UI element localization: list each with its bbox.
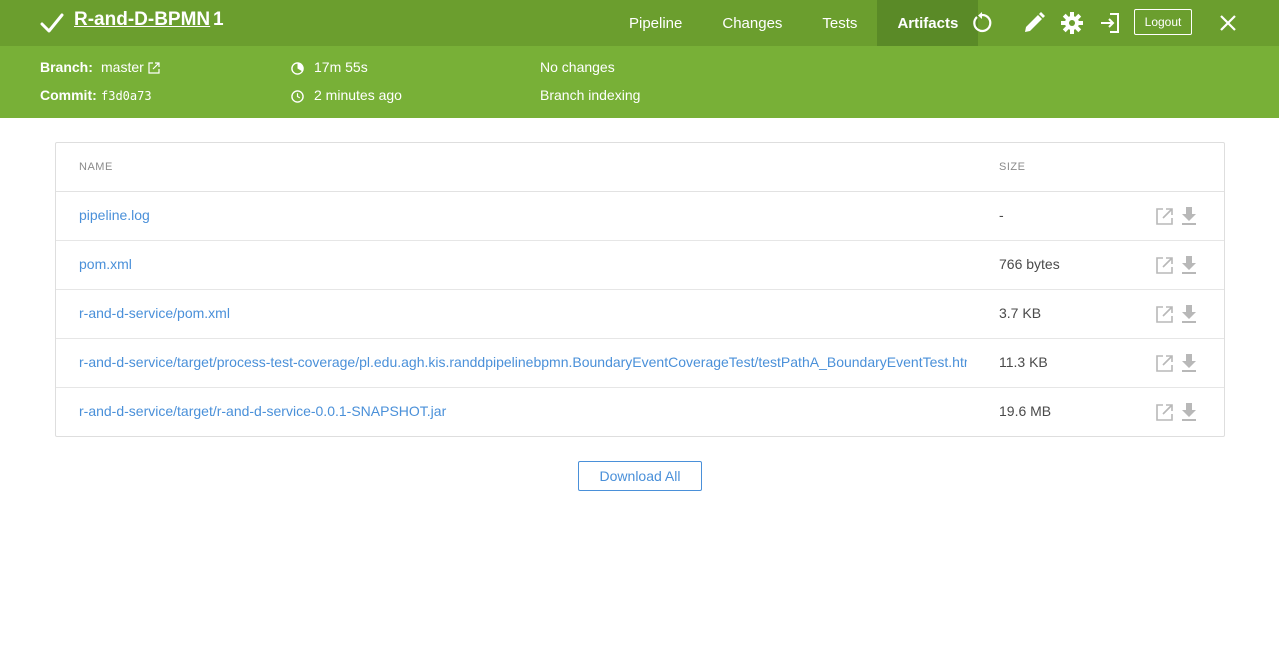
open-in-new-icon[interactable] xyxy=(1155,354,1174,373)
changes-summary: No changes xyxy=(540,59,615,75)
run-cause: Branch indexing xyxy=(540,87,641,103)
table-row: pom.xml 766 bytes xyxy=(56,241,1224,290)
download-icon[interactable] xyxy=(1181,403,1197,421)
duration-icon xyxy=(291,62,304,75)
artifact-name-link[interactable]: r-and-d-service/pom.xml xyxy=(79,305,967,321)
artifact-size: - xyxy=(999,207,1004,223)
top-bar: R-and-D-BPMN 1 Pipeline Changes Tests Ar… xyxy=(0,0,1279,46)
branch-value: master xyxy=(101,59,144,75)
open-in-new-icon[interactable] xyxy=(1155,207,1174,226)
column-header-name: NAME xyxy=(79,161,113,173)
tab-artifacts[interactable]: Artifacts xyxy=(877,0,979,46)
table-header: NAME SIZE xyxy=(56,143,1224,192)
open-in-new-icon[interactable] xyxy=(1155,256,1174,275)
table-row: r-and-d-service/target/process-test-cove… xyxy=(56,339,1224,388)
gear-icon[interactable] xyxy=(1060,11,1084,35)
close-icon[interactable] xyxy=(1216,11,1240,35)
open-in-new-icon[interactable] xyxy=(1155,305,1174,324)
artifact-name-link[interactable]: r-and-d-service/target/r-and-d-service-0… xyxy=(79,403,967,419)
table-row: pipeline.log - xyxy=(56,192,1224,241)
branch-label: Branch: xyxy=(40,59,93,75)
tab-tests[interactable]: Tests xyxy=(802,0,877,46)
download-icon[interactable] xyxy=(1181,207,1197,225)
pipeline-title-link[interactable]: R-and-D-BPMN xyxy=(74,9,210,31)
table-row: r-and-d-service/target/r-and-d-service-0… xyxy=(56,388,1224,437)
external-link-icon xyxy=(148,62,160,74)
open-in-new-icon[interactable] xyxy=(1155,403,1174,422)
table-body: pipeline.log - pom.xml 766 bytes r-and-d… xyxy=(56,192,1224,437)
commit-value: f3d0a73 xyxy=(101,89,152,103)
download-icon[interactable] xyxy=(1181,305,1197,323)
artifact-name-link[interactable]: pom.xml xyxy=(79,256,967,272)
table-row: r-and-d-service/pom.xml 3.7 KB xyxy=(56,290,1224,339)
tab-pipeline[interactable]: Pipeline xyxy=(609,0,702,46)
download-icon[interactable] xyxy=(1181,354,1197,372)
artifact-size: 11.3 KB xyxy=(999,354,1048,370)
commit-label: Commit: xyxy=(40,87,97,103)
clock-icon xyxy=(291,90,304,103)
exit-icon[interactable] xyxy=(1098,11,1122,35)
artifact-name-link[interactable]: pipeline.log xyxy=(79,207,967,223)
edit-icon[interactable] xyxy=(1022,11,1046,35)
artifact-size: 3.7 KB xyxy=(999,305,1042,321)
artifacts-table: NAME SIZE pipeline.log - pom.xml 766 byt… xyxy=(55,142,1225,437)
tab-bar: Pipeline Changes Tests Artifacts xyxy=(609,0,979,46)
duration-value: 17m 55s xyxy=(314,59,368,75)
column-header-size: SIZE xyxy=(999,161,1026,173)
download-icon[interactable] xyxy=(1181,256,1197,274)
replay-icon[interactable] xyxy=(970,11,994,35)
branch-link[interactable]: master xyxy=(101,59,160,75)
run-number: 1 xyxy=(213,9,224,30)
tab-changes[interactable]: Changes xyxy=(702,0,802,46)
artifact-size: 19.6 MB xyxy=(999,403,1052,419)
download-all-button[interactable]: Download All xyxy=(578,461,702,491)
artifact-name-link[interactable]: r-and-d-service/target/process-test-cove… xyxy=(79,354,967,370)
logout-button[interactable]: Logout xyxy=(1134,9,1192,35)
artifact-size: 766 bytes xyxy=(999,256,1060,272)
time-ago-value: 2 minutes ago xyxy=(314,87,402,103)
check-icon xyxy=(40,13,64,33)
run-info-bar: Branch: master Commit: f3d0a73 17m 55s 2… xyxy=(0,46,1279,118)
